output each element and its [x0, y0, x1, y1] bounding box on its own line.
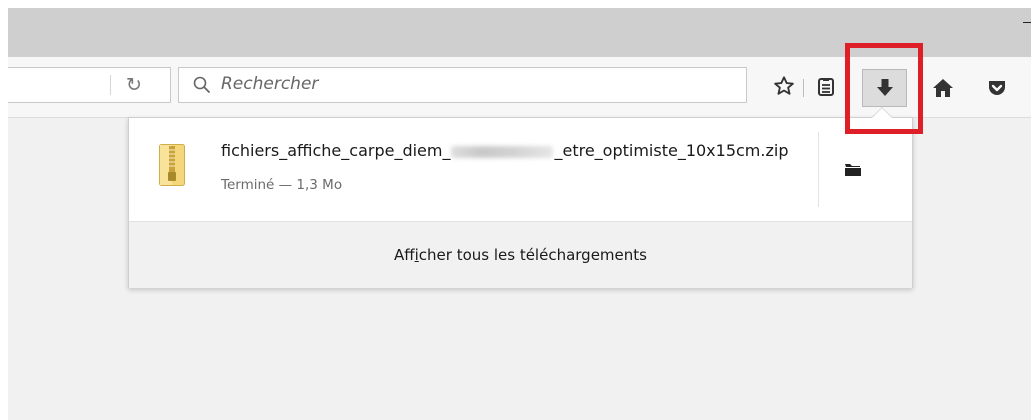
downloads-panel: fichiers_affiche_carpe_diem_ _etre_optimi… [128, 117, 913, 288]
url-bar[interactable]: ↻ [8, 67, 171, 103]
download-item[interactable]: fichiers_affiche_carpe_diem_ _etre_optimi… [129, 118, 912, 221]
downloads-button[interactable] [862, 69, 907, 107]
search-bar[interactable] [178, 67, 747, 103]
blurred-redaction [451, 145, 554, 158]
search-input[interactable] [221, 69, 721, 99]
pocket-icon[interactable] [984, 75, 1010, 101]
panel-arrow-fill [872, 108, 892, 118]
open-folder-button[interactable] [836, 154, 870, 184]
item-separator [818, 132, 819, 207]
minimize-icon[interactable] [1023, 22, 1031, 23]
folder-icon [845, 163, 861, 176]
download-filename: fichiers_affiche_carpe_diem_ _etre_optimi… [221, 141, 788, 160]
search-icon [193, 76, 210, 93]
show-all-prefix: Aff [394, 246, 415, 264]
filename-start: fichiers_affiche_carpe_diem_ [221, 141, 451, 160]
reading-list-icon[interactable] [814, 75, 838, 99]
reload-icon[interactable]: ↻ [122, 72, 146, 98]
title-bar [8, 8, 1031, 57]
star-bookmark-icon[interactable] [772, 73, 796, 99]
download-status: Terminé — 1,3 Mo [221, 177, 343, 193]
toolbar-separator [803, 79, 804, 97]
filename-end: _etre_optimiste_10x15cm.zip [554, 141, 789, 160]
home-icon[interactable] [930, 75, 956, 101]
url-bar-separator [110, 75, 111, 95]
zip-archive-icon [159, 144, 185, 186]
download-arrow-icon [876, 79, 893, 96]
browser-window: ↻ Rechercher fichiers_affiche_carpe_diem… [8, 8, 1031, 420]
show-all-suffix: cher tous les téléchargements [418, 246, 647, 264]
show-all-downloads-button[interactable]: Aff i cher tous les téléchargements [129, 221, 912, 288]
